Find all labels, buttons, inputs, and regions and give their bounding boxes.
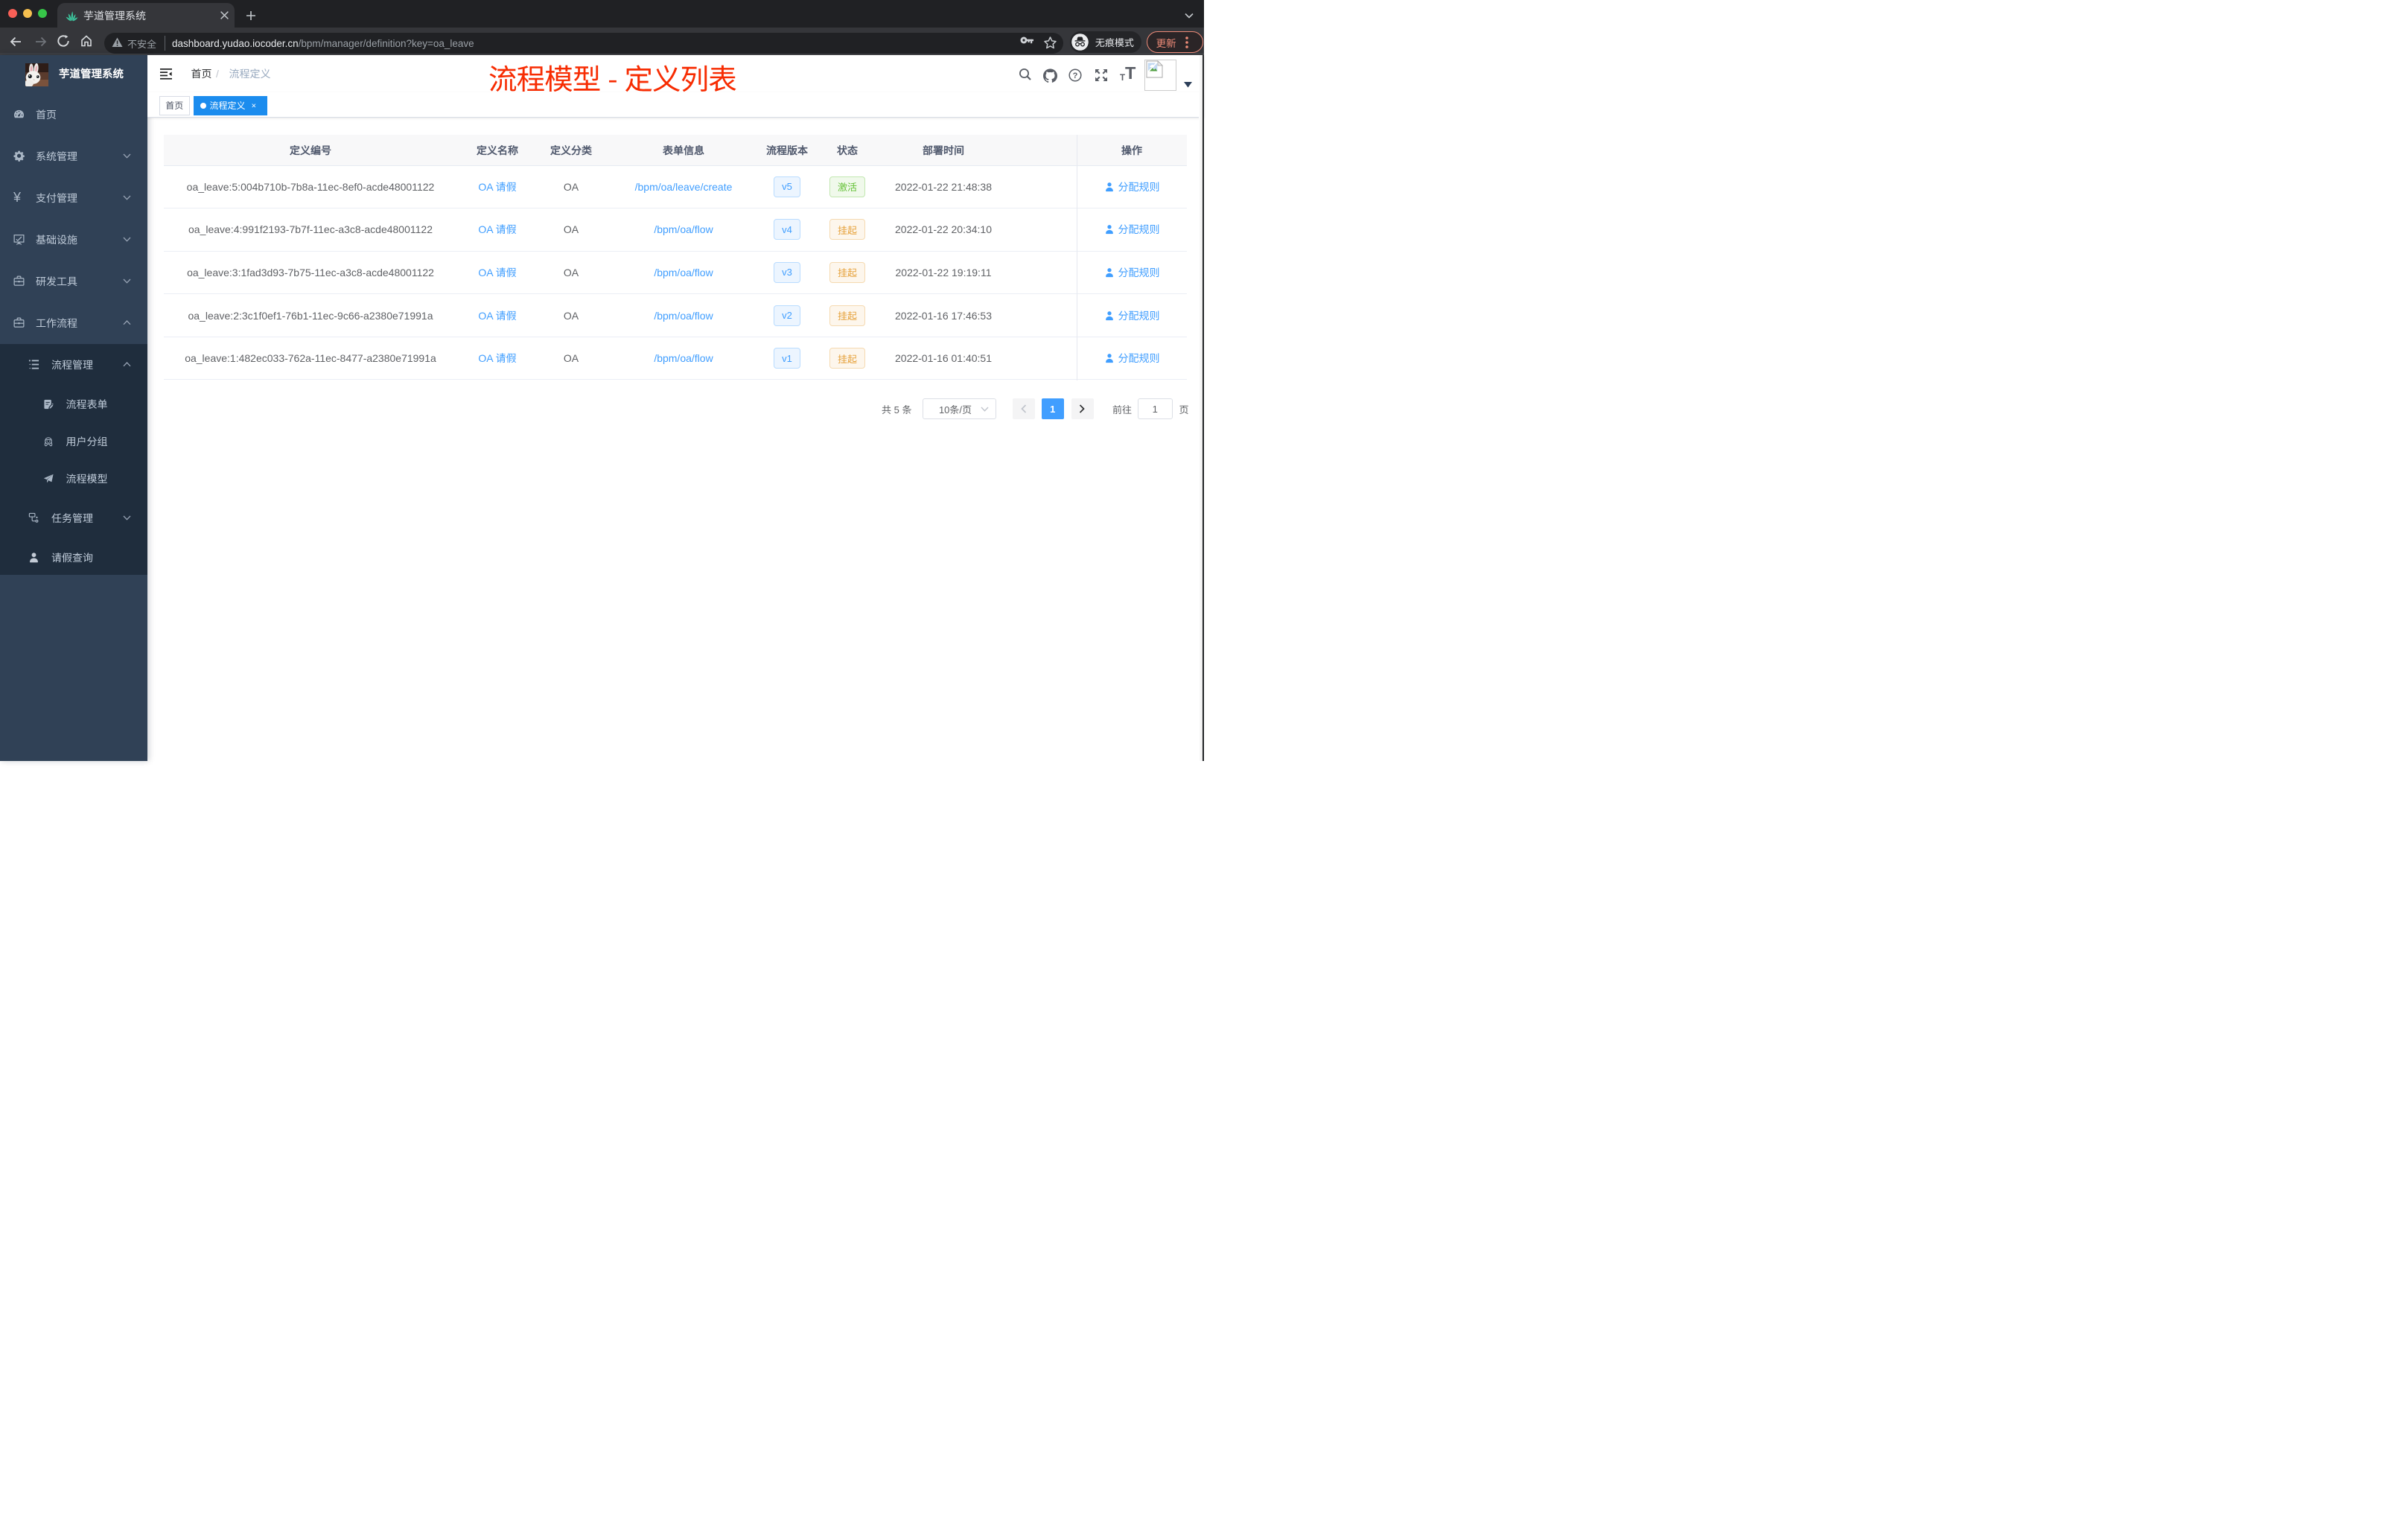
svg-text:?: ? xyxy=(1073,71,1078,80)
